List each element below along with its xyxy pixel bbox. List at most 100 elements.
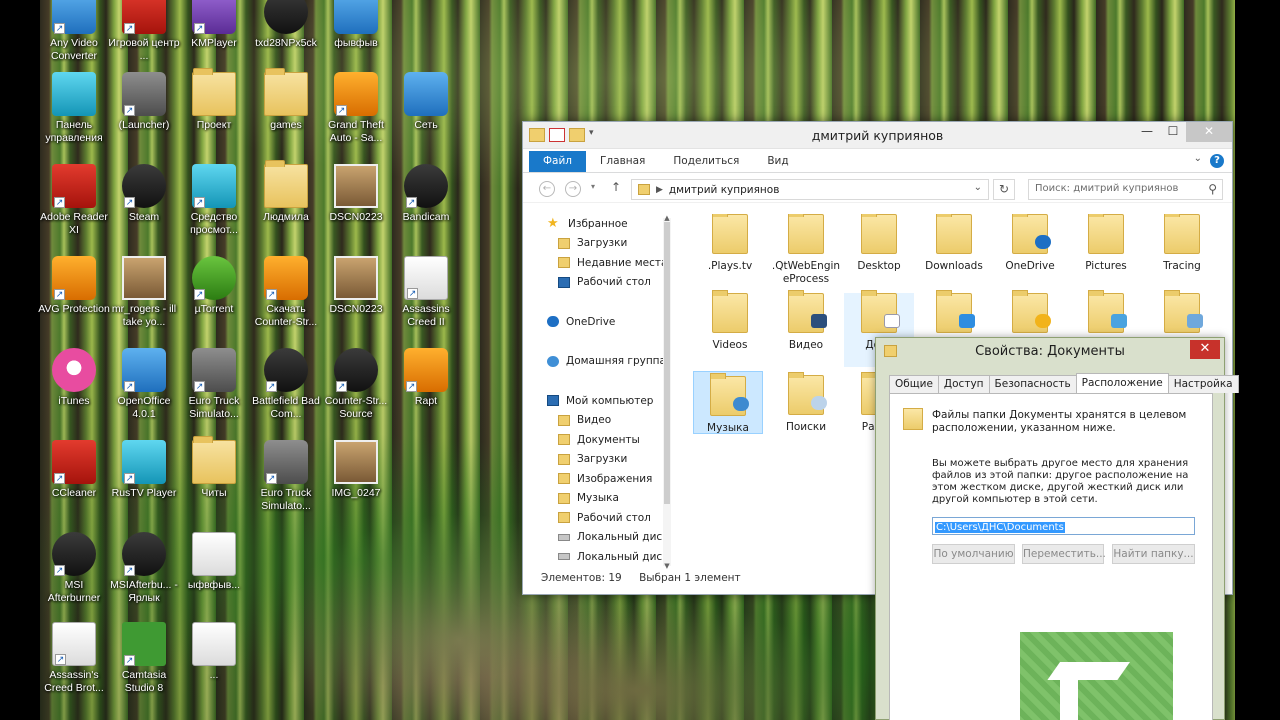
desktop-icon-mr-rogers[interactable]: mr_rogers - ill take yo... [108, 256, 180, 329]
recent-locations-chevron-icon[interactable]: ▾ [591, 182, 595, 191]
nav-item-downloads[interactable]: Загрузки [531, 234, 677, 254]
back-arrow-icon[interactable]: ← [539, 181, 555, 197]
nav-item-local-disk-c[interactable]: Локальный диск [531, 528, 677, 548]
desktop-icon-utorrent[interactable]: ↗ µTorrent [178, 256, 250, 316]
folder-item-contacts[interactable] [1147, 290, 1217, 339]
desktop-icon-dscn0223-a[interactable]: DSCN0223 [320, 164, 392, 224]
address-field[interactable]: ▶ дмитрий куприянов ⌄ [631, 179, 989, 200]
folder-item-pictures[interactable]: Pictures [1071, 214, 1141, 273]
nav-item-documents[interactable]: Документы [531, 430, 677, 450]
desktop-icon-rapt[interactable]: ↗ Rapt [390, 348, 462, 408]
nav-item-onedrive[interactable]: OneDrive [531, 312, 677, 332]
folder-item-downloads[interactable]: Downloads [919, 214, 989, 273]
desktop-icon-any-video-converter[interactable]: ↗ Any Video Converter [38, 0, 110, 63]
desktop-icon-adobe-reader[interactable]: ↗ Adobe Reader XI [38, 164, 110, 237]
nav-pane-scrollbar[interactable]: ▲ ▼ [663, 214, 671, 570]
desktop-icon-counter-strike-source[interactable]: ↗ Counter-Str... Source [320, 348, 392, 421]
folder-item-desktop[interactable]: Desktop [844, 214, 914, 273]
desktop-icon-games[interactable]: games [250, 68, 322, 132]
nav-item-video[interactable]: Видео [531, 411, 677, 431]
scrollbar-thumb[interactable] [664, 222, 670, 504]
desktop-icon-wav-a[interactable]: ыфвфыв... [178, 532, 250, 592]
desktop-icon-ccleaner[interactable]: ↗ CCleaner [38, 440, 110, 500]
folder-item-qtwebengine[interactable]: .QtWebEngineProcess [771, 214, 841, 286]
desktop-icon-bandicam[interactable]: ↗ Bandicam [390, 164, 462, 224]
desktop-icon-img-0247[interactable]: IMG_0247 [320, 440, 392, 500]
up-arrow-icon[interactable]: ↑ [611, 180, 621, 194]
nav-item-desktop[interactable]: Рабочий стол [531, 273, 677, 293]
folder-item-video[interactable]: Видео [771, 290, 841, 352]
folder-item-downloads-special[interactable] [919, 290, 989, 339]
dialog-titlebar[interactable]: Свойства: Документы ✕ [876, 338, 1224, 366]
refresh-button[interactable]: ↻ [993, 179, 1015, 200]
desktop-icon-steam[interactable]: ↗ Steam [108, 164, 180, 224]
folder-item-music[interactable]: Музыка [693, 371, 763, 434]
tab-sharing[interactable]: Доступ [937, 375, 990, 393]
desktop-icon-gta[interactable]: ↗ Grand Theft Auto - Sa... [320, 72, 392, 145]
scroll-down-chevron-icon[interactable]: ▼ [663, 562, 671, 570]
nav-item-desktop-pc[interactable]: Рабочий стол [531, 508, 677, 528]
nav-item-recent-places[interactable]: Недавние места [531, 253, 677, 273]
desktop-icon-wav-b[interactable]: ... [178, 622, 250, 682]
folder-item-plays-tv[interactable]: .Plays.tv [695, 214, 765, 273]
desktop-icon-kmplayer[interactable]: ↗ KMPlayer [178, 0, 250, 50]
nav-item-local-disk-d[interactable]: Локальный диск [531, 547, 677, 566]
desktop-icon-network[interactable]: Сеть [390, 72, 462, 132]
tab-share[interactable]: Поделиться [659, 151, 753, 172]
desktop-icon-avg[interactable]: ↗ AVG Protection [38, 256, 110, 316]
desktop-icon-download-cs[interactable]: ↗ Скачать Counter-Str... [250, 256, 322, 329]
desktop-icon-msi-afterburner-shortcut[interactable]: ↗ MSIAfterbu... - Ярлык [108, 532, 180, 605]
minimize-button[interactable]: — [1134, 122, 1160, 142]
desktop-icon-rustv[interactable]: ↗ RusTV Player [108, 440, 180, 500]
folder-item-searches[interactable]: Поиски [771, 372, 841, 434]
help-icon[interactable]: ? [1210, 154, 1224, 168]
nav-item-this-pc[interactable]: Мой компьютер [531, 391, 677, 411]
desktop-icon-lyudmila[interactable]: Людмила [250, 160, 322, 224]
tab-general[interactable]: Общие [889, 375, 939, 393]
search-input[interactable]: Поиск: дмитрий куприянов ⚲ [1028, 179, 1223, 200]
desktop-icon-msi-afterburner[interactable]: ↗ MSI Afterburner [38, 532, 110, 605]
desktop-icon-battlefield[interactable]: ↗ Battlefield Bad Com... [250, 348, 322, 421]
address-dropdown-chevron-icon[interactable]: ⌄ [974, 182, 982, 193]
desktop-icon-camtasia[interactable]: ↗ Camtasia Studio 8 [108, 622, 180, 695]
scroll-up-chevron-icon[interactable]: ▲ [663, 214, 671, 222]
tab-location[interactable]: Расположение [1075, 373, 1169, 394]
nav-item-homegroup[interactable]: Домашняя группа [531, 352, 677, 372]
maximize-button[interactable]: ☐ [1160, 122, 1186, 142]
restore-default-button[interactable]: По умолчанию [932, 544, 1015, 564]
desktop-icon-euro-truck-a[interactable]: ↗ Euro Truck Simulato... [178, 348, 250, 421]
move-button[interactable]: Переместить... [1022, 544, 1106, 564]
tab-security[interactable]: Безопасность [988, 375, 1077, 393]
desktop-icon-txd[interactable]: txd28NPx5ck [250, 0, 322, 50]
desktop-icon-viewer[interactable]: ↗ Средство просмот... [178, 164, 250, 237]
dialog-close-button[interactable]: ✕ [1190, 340, 1220, 359]
desktop-icon-game-center[interactable]: ↗ Игровой центр ... [108, 0, 180, 63]
nav-item-music[interactable]: Музыка [531, 489, 677, 509]
desktop-icon-openoffice[interactable]: ↗ OpenOffice 4.0.1 [108, 348, 180, 421]
close-button[interactable]: ✕ [1186, 122, 1232, 142]
desktop-icon-assassins-creed-2[interactable]: ↗ Assassins Creed II [390, 256, 462, 329]
folder-item-favorites[interactable] [995, 290, 1065, 339]
desktop-icon-itunes[interactable]: iTunes [38, 348, 110, 408]
forward-arrow-icon[interactable]: → [565, 181, 581, 197]
desktop-icon-euro-truck-b[interactable]: ↗ Euro Truck Simulato... [250, 440, 322, 513]
desktop-icon-dscn0223-b[interactable]: DSCN0223 [320, 256, 392, 316]
folder-item-tracing[interactable]: Tracing [1147, 214, 1217, 273]
expand-ribbon-chevron-icon[interactable]: ⌄ [1194, 153, 1202, 164]
desktop-icon-fyvfyv[interactable]: фывфыв [320, 0, 392, 50]
breadcrumb[interactable]: дмитрий куприянов [669, 184, 779, 196]
folder-item-images[interactable] [1071, 290, 1141, 339]
desktop-icon-cheats[interactable]: Читы [178, 436, 250, 500]
desktop-icon-project[interactable]: Проект [178, 68, 250, 132]
find-target-button[interactable]: Найти папку... [1112, 544, 1195, 564]
desktop-icon-assassins-creed-brotherhood[interactable]: ↗ Assassin's Creed Brot... [38, 622, 110, 695]
tab-view[interactable]: Вид [753, 151, 802, 172]
desktop-icon-control-panel[interactable]: Панель управления [38, 72, 110, 145]
tab-home[interactable]: Главная [586, 151, 659, 172]
tab-customize[interactable]: Настройка [1167, 375, 1239, 393]
location-path-input[interactable]: C:\Users\ДНС\Documents [932, 517, 1195, 535]
folder-item-onedrive[interactable]: OneDrive [995, 214, 1065, 273]
nav-item-downloads-pc[interactable]: Загрузки [531, 450, 677, 470]
folder-item-videos[interactable]: Videos [695, 290, 765, 352]
explorer-titlebar[interactable]: ▾ дмитрий куприянов — ☐ ✕ [523, 122, 1232, 149]
